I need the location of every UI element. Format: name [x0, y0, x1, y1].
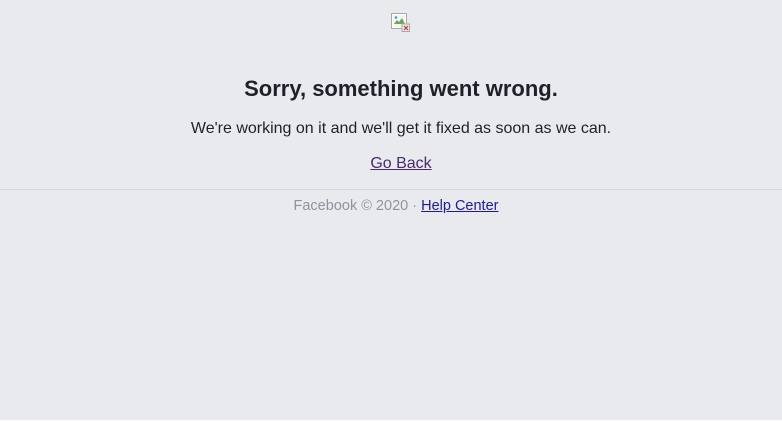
- footer: Facebook © 2020 · Help Center: [0, 197, 782, 215]
- error-message: We're working on it and we'll get it fix…: [190, 120, 612, 137]
- broken-image-icon: [391, 13, 410, 32]
- copyright-text: Facebook © 2020: [293, 198, 409, 214]
- go-back-link[interactable]: Go Back: [370, 155, 431, 172]
- footer-divider: [0, 189, 782, 190]
- footer-separator: ·: [412, 198, 418, 214]
- error-page: Sorry, something went wrong. We're worki…: [0, 0, 782, 421]
- help-center-link[interactable]: Help Center: [421, 198, 498, 214]
- error-title: Sorry, something went wrong.: [244, 76, 558, 101]
- go-back-container: Go Back: [0, 154, 782, 173]
